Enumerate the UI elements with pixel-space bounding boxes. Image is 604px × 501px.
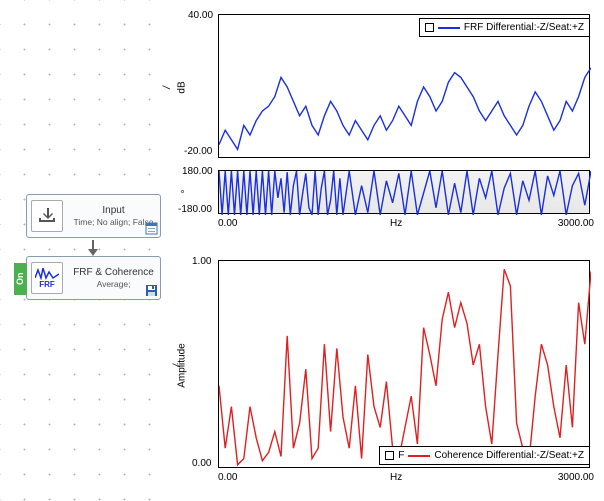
node-frf-coherence[interactable]: On FRF FRF & Coherence Average; (26, 256, 161, 300)
coherence-trace (219, 261, 591, 469)
ytick-max: 40.00 (188, 10, 213, 21)
legend-marker-icon (425, 23, 434, 32)
legend-coherence[interactable]: F Coherence Differential:-Z/Seat:+Z (379, 446, 590, 465)
ytick-min-ph: -180.00 (178, 204, 212, 215)
phase-trace (219, 171, 591, 215)
legend-frf[interactable]: FRF Differential:-Z/Seat:+Z (419, 18, 590, 37)
xtick-min-co: 0.00 (218, 472, 237, 483)
ytick-max-co: 1.00 (192, 256, 211, 267)
ylabel-deg: ° (181, 190, 192, 194)
flow-canvas[interactable] (0, 0, 170, 501)
ylabel-db: dB (177, 81, 188, 93)
xtick-max-co: 3000.00 (558, 472, 594, 483)
node-input-title: Input (67, 205, 160, 217)
chart-coherence[interactable]: 1.00 0.00 Amplitude / F Coherence Differ… (180, 252, 600, 496)
legend-line-icon (438, 27, 460, 29)
ylabel-sub: / (162, 86, 173, 89)
ytick-max-ph: 180.00 (182, 166, 213, 177)
legend-line-icon (408, 455, 430, 457)
xlabel-ph: Hz (390, 218, 402, 229)
frf-icon: FRF (31, 262, 63, 294)
xtick-max-ph: 3000.00 (558, 218, 594, 229)
connector-arrow (92, 240, 94, 254)
sheet-icon[interactable] (144, 221, 158, 235)
xlabel-co: Hz (390, 472, 402, 483)
chart-area: 40.00 -20.00 dB / FRF Differential:-Z/Se… (180, 6, 600, 496)
frf-icon-label: FRF (39, 280, 55, 289)
chart-frf-phase[interactable]: 180.00 -180.00 ° 0.00 3000.00 Hz (180, 164, 600, 238)
ytick-min: -20.00 (184, 146, 212, 157)
save-icon[interactable] (144, 283, 158, 297)
ylabel-sub-co: / (172, 364, 183, 367)
node-input[interactable]: Input Time; No align; False (26, 194, 161, 238)
chart-frf-magnitude[interactable]: 40.00 -20.00 dB / FRF Differential:-Z/Se… (180, 6, 600, 164)
tray-download-icon (31, 200, 63, 232)
xtick-min-ph: 0.00 (218, 218, 237, 229)
legend-marker-icon (385, 451, 394, 460)
legend-coherence-text: Coherence Differential:-Z/Seat:+Z (434, 450, 584, 461)
ytick-min-co: 0.00 (192, 458, 211, 469)
node-frf-title: FRF & Coherence (67, 267, 160, 279)
on-tab[interactable]: On (14, 263, 27, 295)
legend-f-text: F (398, 450, 404, 461)
legend-frf-text: FRF Differential:-Z/Seat:+Z (464, 22, 584, 33)
